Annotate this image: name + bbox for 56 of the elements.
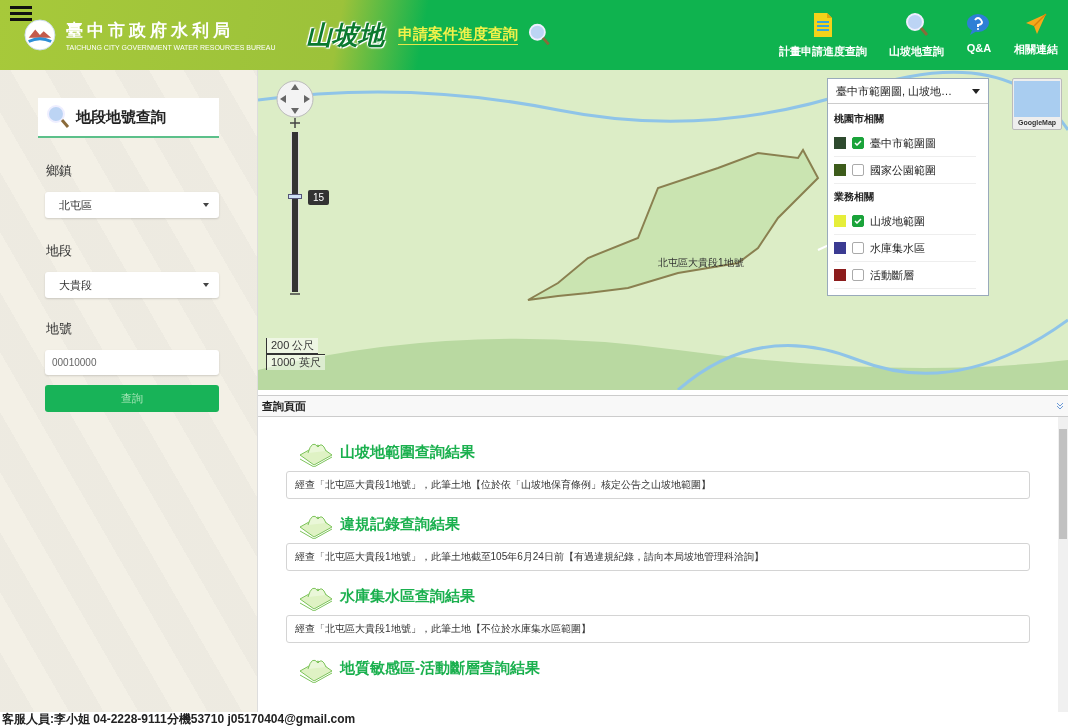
scale-bar: 200 公尺 (266, 338, 319, 354)
mountain-logo-icon (24, 18, 56, 52)
checkbox[interactable] (852, 242, 864, 254)
caret-icon (203, 283, 209, 287)
organization-name: 臺中市政府水利局 (65, 19, 235, 42)
checkbox[interactable] (852, 269, 864, 281)
field-label: 鄉鎮 (46, 162, 73, 180)
layer-name: 活動斷層 (870, 267, 914, 283)
result-heading: 地質敏感區-活動斷層查詢結果 (340, 658, 540, 678)
checkbox[interactable] (852, 164, 864, 176)
pan-control-icon[interactable] (276, 80, 314, 118)
input-field[interactable]: 00010000 (45, 350, 219, 375)
search-icon (46, 104, 70, 130)
check-icon (854, 218, 862, 224)
panel-title: 地段地號查詢 (38, 98, 219, 138)
site-brand: 山坡地 (304, 18, 387, 52)
result-text: 經查「北屯區大貴段1地號」，此筆土地【位於依「山坡地保育條例」核定公告之山坡地範圍】 (286, 471, 1030, 499)
zoom-out-icon[interactable] (290, 292, 300, 296)
contact-info: 客服人員:李小姐 04-2228-9111分機53710 j05170404@gmail.com (2, 712, 356, 726)
search-icon (527, 22, 550, 48)
paper-plane-icon (1024, 11, 1048, 36)
result-heading: 違規記錄查詢結果 (340, 514, 460, 534)
scrollbar[interactable] (1058, 417, 1068, 712)
caret-icon (203, 203, 209, 207)
parcel-label: 北屯區大貴段1地號 (658, 256, 744, 270)
result-heading: 水庫集水區查詢結果 (340, 586, 475, 606)
site-subtitle: 申請案件進度查詢 (397, 25, 518, 45)
layer-group-heading: 桃園市相關 (834, 112, 885, 126)
caret-icon (972, 88, 980, 94)
zoom-level-label: 15 (308, 190, 330, 206)
menu-icon[interactable] (10, 6, 32, 22)
layer-name: 水庫集水區 (870, 240, 925, 256)
zoom-in-icon[interactable] (290, 118, 300, 128)
search-icon (904, 11, 929, 38)
scale-bar: 1000 英尺 (266, 354, 325, 370)
slider-thumb[interactable] (288, 194, 302, 200)
checkbox[interactable] (852, 215, 864, 227)
collapse-icon[interactable] (1056, 402, 1064, 410)
checkbox[interactable] (852, 137, 864, 149)
result-text: 經查「北屯區大貴段1地號」，此筆土地截至105年6月24日前【有過違規紀錄，請向本局坡地管理科洽詢】 (286, 543, 1030, 571)
layer-select[interactable]: 臺中市範圍圖, 山坡地… (828, 79, 988, 103)
help-icon (966, 11, 992, 36)
select-field[interactable]: 北屯區 (45, 192, 219, 218)
field-label: 地段 (46, 242, 73, 260)
select-field[interactable]: 大貴段 (45, 272, 219, 298)
document-icon (812, 11, 834, 38)
layer-group-heading: 業務相關 (834, 190, 875, 204)
result-heading: 山坡地範圍查詢結果 (340, 442, 475, 462)
panel-title: 查詢頁面 (262, 398, 306, 414)
zoom-slider[interactable] (288, 132, 302, 292)
layer-name: 山坡地範圍 (870, 213, 925, 229)
check-icon (854, 140, 862, 146)
field-label: 地號 (46, 320, 73, 338)
result-text: 經查「北屯區大貴段1地號」，此筆土地【不位於水庫集水區範圍】 (286, 615, 1030, 643)
layer-name: 國家公園範圍 (870, 162, 936, 178)
layer-name: 臺中市範圍圖 (870, 135, 936, 151)
